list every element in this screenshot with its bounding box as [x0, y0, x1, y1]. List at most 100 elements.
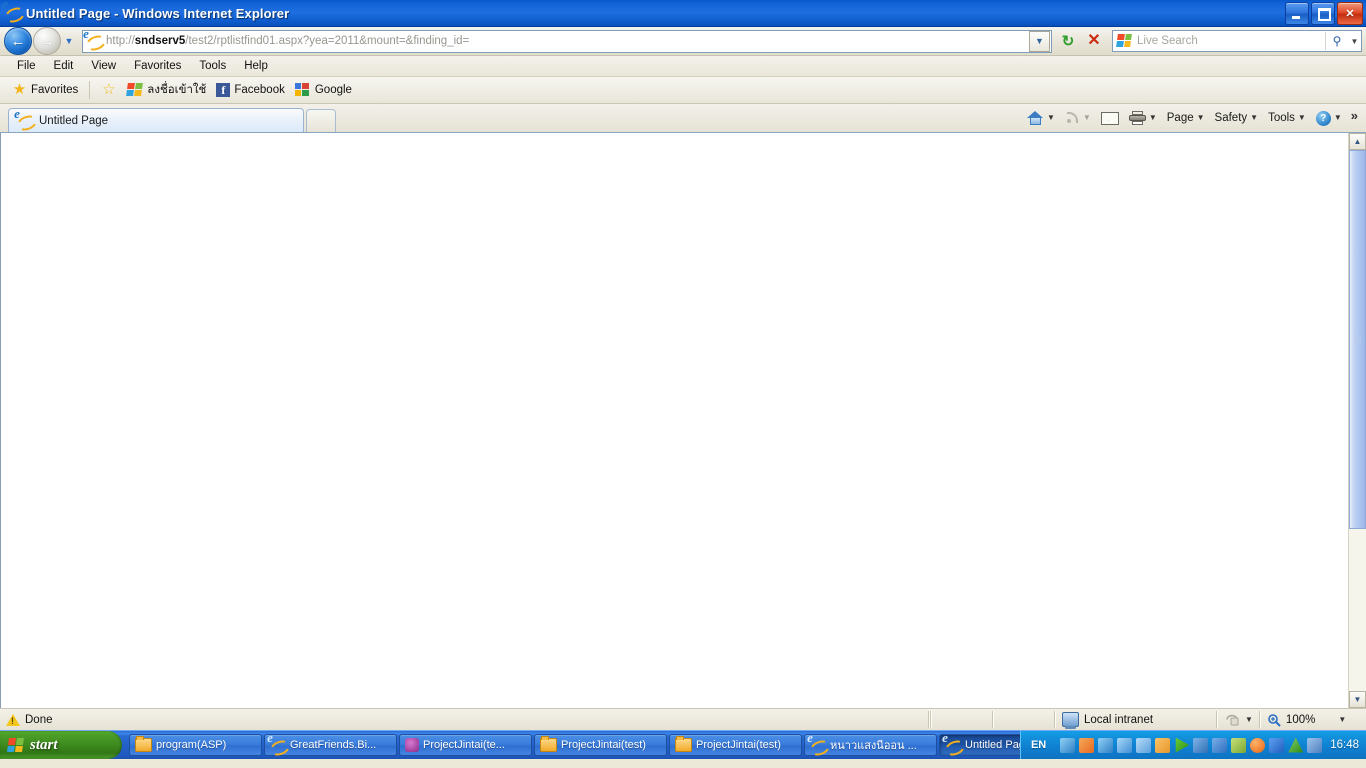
vertical-scrollbar[interactable]: ▲ ▼	[1348, 133, 1366, 708]
system-tray: EN 16:48	[1019, 731, 1366, 759]
address-input[interactable]: http://sndserv5/test2/rptlistfind01.aspx…	[106, 35, 1029, 47]
security-zone-cell[interactable]: Local intranet	[1056, 710, 1216, 729]
star-icon: ★	[12, 81, 27, 98]
media-play-icon[interactable]	[1175, 737, 1190, 753]
navigation-toolbar: ← → ▼ e http://sndserv5/test2/rptlistfin…	[0, 27, 1366, 56]
search-go-button[interactable]: ⚲	[1325, 32, 1348, 50]
address-dropdown-button[interactable]: ▼	[1029, 30, 1050, 52]
favorite-link-facebook[interactable]: f Facebook	[211, 81, 290, 99]
refresh-button[interactable]: ↻	[1056, 29, 1080, 53]
url-scheme: http://	[106, 35, 135, 47]
taskbar-item-label: ProjectJintai(te...	[423, 739, 505, 751]
feeds-button[interactable]: ▼	[1060, 109, 1096, 127]
back-button[interactable]: ←	[4, 27, 32, 55]
zoom-level-cell[interactable]: 100% ▼	[1261, 710, 1366, 729]
back-arrow-icon: ←	[10, 32, 26, 50]
address-bar[interactable]: e http://sndserv5/test2/rptlistfind01.as…	[82, 27, 1052, 54]
printer-icon[interactable]	[1155, 737, 1171, 753]
help-icon: ?	[1315, 110, 1331, 126]
safety-menu-button[interactable]: Safety ▼	[1210, 110, 1264, 126]
print-button[interactable]: ▼	[1124, 109, 1162, 127]
star-add-icon: ☆	[102, 81, 116, 98]
lock-glyph	[1226, 714, 1239, 725]
taskbar-item-program-asp[interactable]: program(ASP)	[129, 734, 262, 756]
clock[interactable]: 16:48	[1330, 739, 1359, 751]
chevron-down-icon: ▼	[1333, 113, 1342, 122]
volume-icon[interactable]	[1212, 737, 1228, 753]
search-input[interactable]: Live Search	[1137, 35, 1325, 47]
chevron-down-icon: ▼	[1046, 113, 1055, 122]
updates-icon[interactable]	[1250, 737, 1266, 753]
taskbar-item-greatfriends[interactable]: e GreatFriends.Bi...	[264, 731, 397, 758]
menu-item-tools[interactable]: Tools	[190, 58, 235, 74]
warning-icon[interactable]	[1288, 737, 1304, 753]
puzzle-icon[interactable]	[1079, 737, 1095, 753]
network-icon[interactable]	[1060, 737, 1076, 753]
taskbar-item-projectjintai-vs[interactable]: ProjectJintai(te...	[399, 734, 532, 756]
network-disconnected-icon[interactable]	[1193, 737, 1209, 753]
read-mail-button[interactable]	[1096, 110, 1124, 127]
chevron-down-icon[interactable]: ▼	[1245, 715, 1253, 724]
search-provider-dropdown[interactable]: ▼	[1348, 37, 1361, 46]
ie-logo-icon: e	[14, 107, 39, 134]
status-message-cell: Done	[0, 710, 928, 729]
favorite-link-signin[interactable]: ลงชื่อเข้าใช้	[122, 79, 211, 101]
scrollbar-thumb[interactable]	[1349, 150, 1366, 529]
menu-item-file[interactable]: File	[8, 58, 45, 74]
menu-item-favorites[interactable]: Favorites	[125, 58, 190, 74]
warning-triangle-icon[interactable]	[6, 713, 20, 726]
display-icon[interactable]	[1136, 737, 1152, 753]
menu-item-view[interactable]: View	[82, 58, 125, 74]
chevron-up-icon: ▲	[1353, 137, 1362, 146]
favorites-center-button[interactable]: ★ Favorites	[6, 81, 84, 99]
taskbar-item-thai-page[interactable]: e หนาวแสงนีออน ...	[804, 731, 937, 758]
forward-button[interactable]: →	[33, 27, 61, 55]
network-activity-icon[interactable]	[1098, 737, 1114, 753]
home-button[interactable]: ▼	[1022, 109, 1060, 128]
scroll-up-button[interactable]: ▲	[1349, 133, 1366, 150]
refresh-icon: ↻	[1061, 32, 1075, 50]
new-tab-button[interactable]	[306, 109, 336, 132]
chevron-down-icon[interactable]: ▼	[1338, 715, 1346, 724]
add-to-favorites-bar-button[interactable]: ☆	[95, 81, 122, 99]
zoom-level-label: 100%	[1285, 713, 1316, 726]
taskbar-item-label: GreatFriends.Bi...	[290, 739, 377, 751]
favorite-link-google[interactable]: Google	[290, 81, 357, 100]
tab-untitled-page[interactable]: e Untitled Page	[8, 107, 304, 134]
speaker-network-icon[interactable]	[1117, 737, 1133, 753]
menu-item-help[interactable]: Help	[235, 58, 277, 74]
scroll-down-button[interactable]: ▼	[1349, 691, 1366, 708]
taskbar-items: program(ASP) e GreatFriends.Bi... Projec…	[122, 731, 1072, 758]
search-box[interactable]: Live Search ⚲ ▼	[1112, 30, 1362, 52]
protected-mode-cell[interactable]: ▼	[1218, 710, 1259, 729]
status-bar: Done Local intranet ▼ 100% ▼	[0, 708, 1366, 730]
tools-icon[interactable]	[1307, 737, 1323, 753]
taskbar-item-projectjintai-folder-1[interactable]: ProjectJintai(test)	[534, 734, 667, 756]
chevron-down-icon: ▼	[64, 36, 74, 46]
favorites-label: Favorites	[31, 84, 79, 96]
favorite-link-label: Google	[314, 84, 352, 96]
recent-pages-dropdown[interactable]: ▼	[61, 29, 77, 53]
menu-item-edit[interactable]: Edit	[45, 58, 83, 74]
window-titlebar[interactable]: e Untitled Page - Windows Internet Explo…	[0, 0, 1366, 27]
stop-button[interactable]: ✕	[1082, 29, 1106, 53]
language-indicator[interactable]: EN	[1027, 739, 1056, 751]
command-bar-overflow-button[interactable]: »	[1347, 108, 1362, 129]
tools-menu-button[interactable]: Tools ▼	[1263, 110, 1311, 126]
command-bar: ▼ ▼ ▼ Page ▼ Safety ▼ Tools ▼ ? ▼ »	[1022, 105, 1366, 131]
chevron-down-icon: ▼	[1148, 113, 1157, 122]
maximize-restore-button[interactable]	[1311, 2, 1335, 25]
windows-taskbar: start program(ASP) e GreatFriends.Bi... …	[0, 730, 1366, 759]
protected-mode-icon	[1224, 713, 1240, 727]
close-button[interactable]: ✕	[1337, 2, 1363, 25]
page-content	[0, 133, 1348, 708]
chevron-down-icon: ▼	[1035, 36, 1044, 46]
help-menu-button[interactable]: ? ▼	[1311, 109, 1347, 128]
taskbar-item-projectjintai-folder-2[interactable]: ProjectJintai(test)	[669, 734, 802, 756]
bluetooth-icon[interactable]	[1269, 737, 1285, 753]
page-menu-button[interactable]: Page ▼	[1162, 110, 1210, 126]
antivirus-icon[interactable]	[1231, 737, 1247, 753]
start-button[interactable]: start	[0, 731, 122, 759]
scrollbar-track[interactable]	[1349, 150, 1366, 691]
minimize-button[interactable]	[1285, 2, 1309, 25]
